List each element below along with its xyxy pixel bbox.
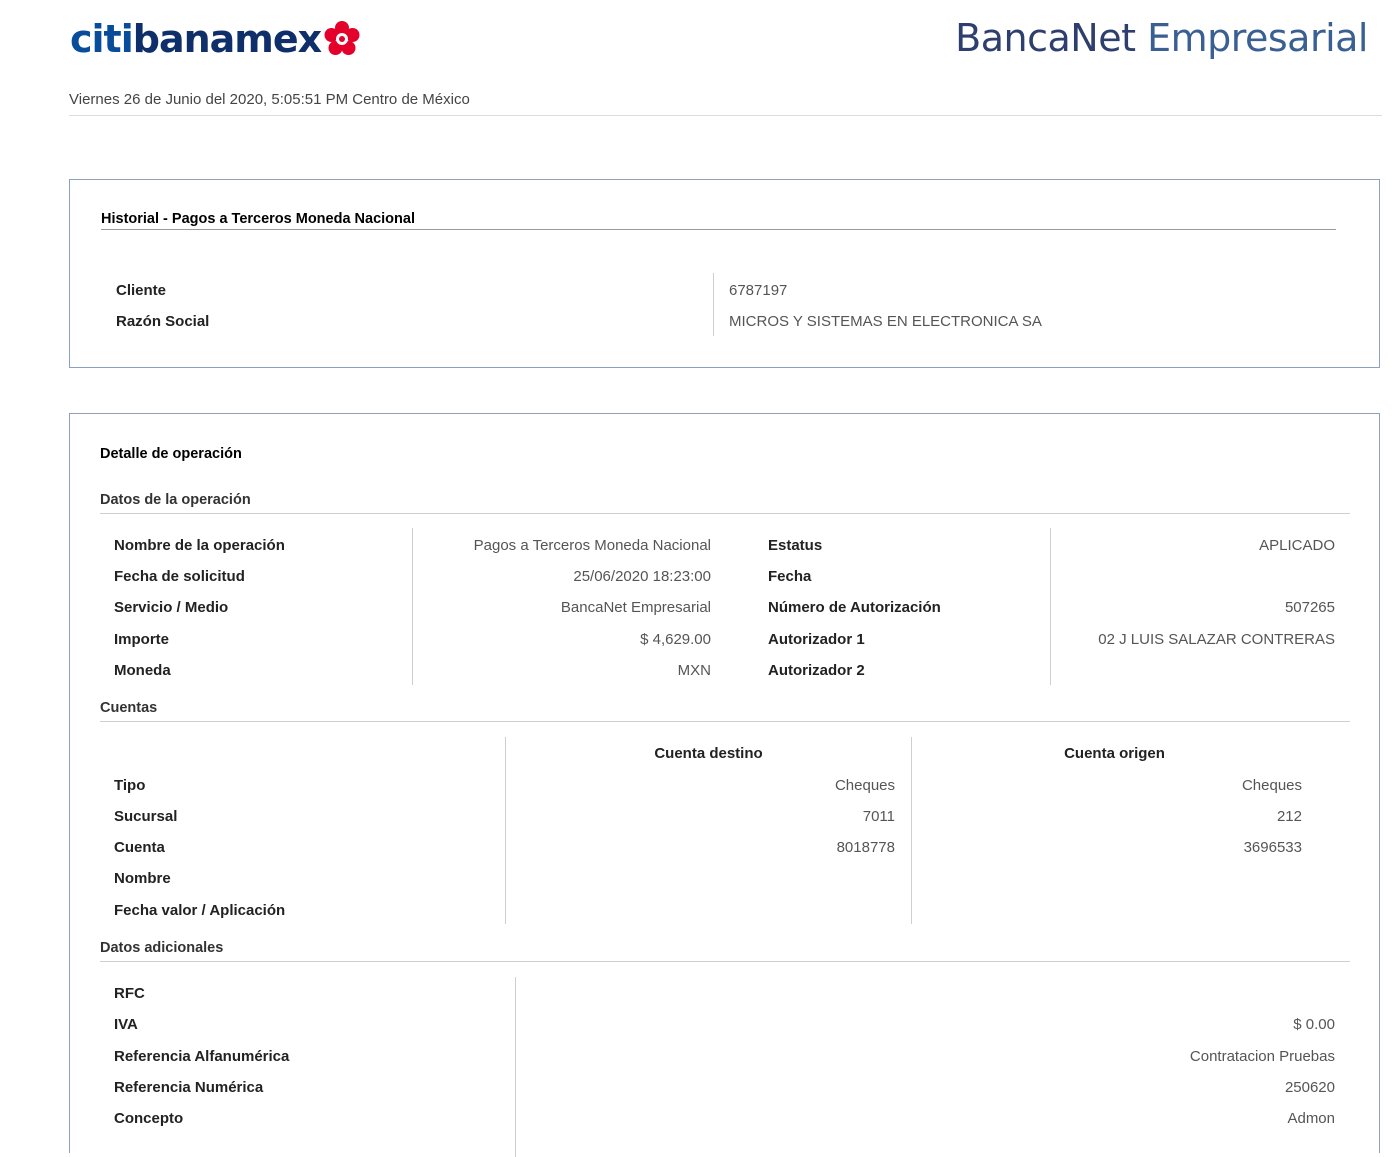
adicional-value: $ 0.00 [1293, 1016, 1335, 1033]
citibanamex-logo: citibanamex [70, 14, 361, 64]
razon-social-value: MICROS Y SISTEMAS EN ELECTRONICA SA [729, 313, 1042, 330]
banamex-flower-icon [323, 20, 361, 58]
adicional-value: Admon [1287, 1110, 1335, 1127]
cuenta-destino-value: Cheques [834, 777, 895, 794]
cuenta-origen-value: 212 [1276, 808, 1302, 825]
logo-citi-text: citi [70, 17, 134, 61]
logo-banamex-text: banamex [132, 17, 322, 61]
op-label: Fecha de solicitud [114, 568, 245, 585]
cuenta-origen-value: 3696533 [1243, 839, 1302, 856]
op-label: Importe [114, 631, 170, 648]
historial-divider [713, 273, 714, 336]
cuenta-origen-value: Cheques [1241, 777, 1302, 794]
adicional-value: Contratacion Pruebas [1189, 1048, 1335, 1065]
cuentas-divider-1 [505, 737, 506, 924]
cuentas-title: Cuentas [100, 700, 158, 716]
datos-adicionales-rule [100, 961, 1350, 962]
header-divider [69, 115, 1382, 116]
datos-adicionales-title: Datos adicionales [100, 940, 224, 956]
cuentas-divider-2 [911, 737, 912, 924]
op-value: 25/06/2020 18:23:00 [573, 568, 711, 585]
adicional-label: RFC [114, 985, 145, 1002]
op-label: Número de Autorización [768, 599, 941, 616]
op-value: Pagos a Terceros Moneda Nacional [473, 537, 711, 554]
cuentas-label: Fecha valor / Aplicación [114, 902, 286, 919]
cuenta-destino-value: 7011 [862, 808, 895, 825]
op-label: Moneda [114, 662, 171, 679]
adicional-value: 250620 [1284, 1079, 1335, 1096]
cuentas-label: Sucursal [114, 808, 178, 825]
op-value: MXN [677, 662, 711, 679]
adicional-label: IVA [114, 1016, 138, 1033]
op-left-divider [412, 528, 413, 685]
op-value: 02 J LUIS SALAZAR CONTRERAS [1098, 631, 1335, 648]
adicionales-divider [515, 977, 516, 1157]
op-value: $ 4,629.00 [640, 631, 711, 648]
cuentas-rule [100, 721, 1350, 722]
detalle-title: Detalle de operación [100, 446, 242, 462]
op-value: 507265 [1284, 599, 1335, 616]
op-label: Nombre de la operación [114, 537, 285, 554]
cliente-label: Cliente [116, 282, 167, 299]
historial-title: Historial - Pagos a Terceros Moneda Naci… [101, 211, 415, 227]
historial-panel: Historial - Pagos a Terceros Moneda Naci… [69, 179, 1380, 368]
logo-empresarial-text: Empresarial [1135, 16, 1368, 60]
cuentas-label: Tipo [114, 777, 146, 794]
historial-title-rule [101, 229, 1336, 230]
op-label: Fecha [768, 568, 812, 585]
op-value: BancaNet Empresarial [560, 599, 711, 616]
bancanet-empresarial-logo: BancaNet Empresarial [955, 16, 1368, 60]
cuenta-destino-value: 8018778 [836, 839, 895, 856]
logo-bancanet-text: BancaNet [955, 16, 1136, 60]
cuenta-origen-header: Cuenta origen [1064, 745, 1165, 762]
op-label: Autorizador 1 [768, 631, 865, 648]
adicional-label: Concepto [114, 1110, 184, 1127]
razon-social-label: Razón Social [116, 313, 210, 330]
op-label: Autorizador 2 [768, 662, 865, 679]
datos-operacion-rule [100, 513, 1350, 514]
op-label: Servicio / Medio [114, 599, 229, 616]
cuentas-label: Nombre [114, 870, 171, 887]
detalle-panel: Detalle de operación Datos de la operaci… [69, 413, 1380, 1157]
cliente-value: 6787197 [729, 282, 788, 299]
op-label: Estatus [768, 537, 823, 554]
datos-operacion-title: Datos de la operación [100, 492, 251, 508]
op-value: APLICADO [1259, 537, 1335, 554]
adicional-label: Referencia Alfanumérica [114, 1048, 290, 1065]
op-right-divider [1050, 528, 1051, 685]
session-datetime: Viernes 26 de Junio del 2020, 5:05:51 PM… [69, 91, 470, 108]
adicional-label: Referencia Numérica [114, 1079, 264, 1096]
cuentas-label: Cuenta [114, 839, 165, 856]
cuenta-destino-header: Cuenta destino [654, 745, 763, 762]
